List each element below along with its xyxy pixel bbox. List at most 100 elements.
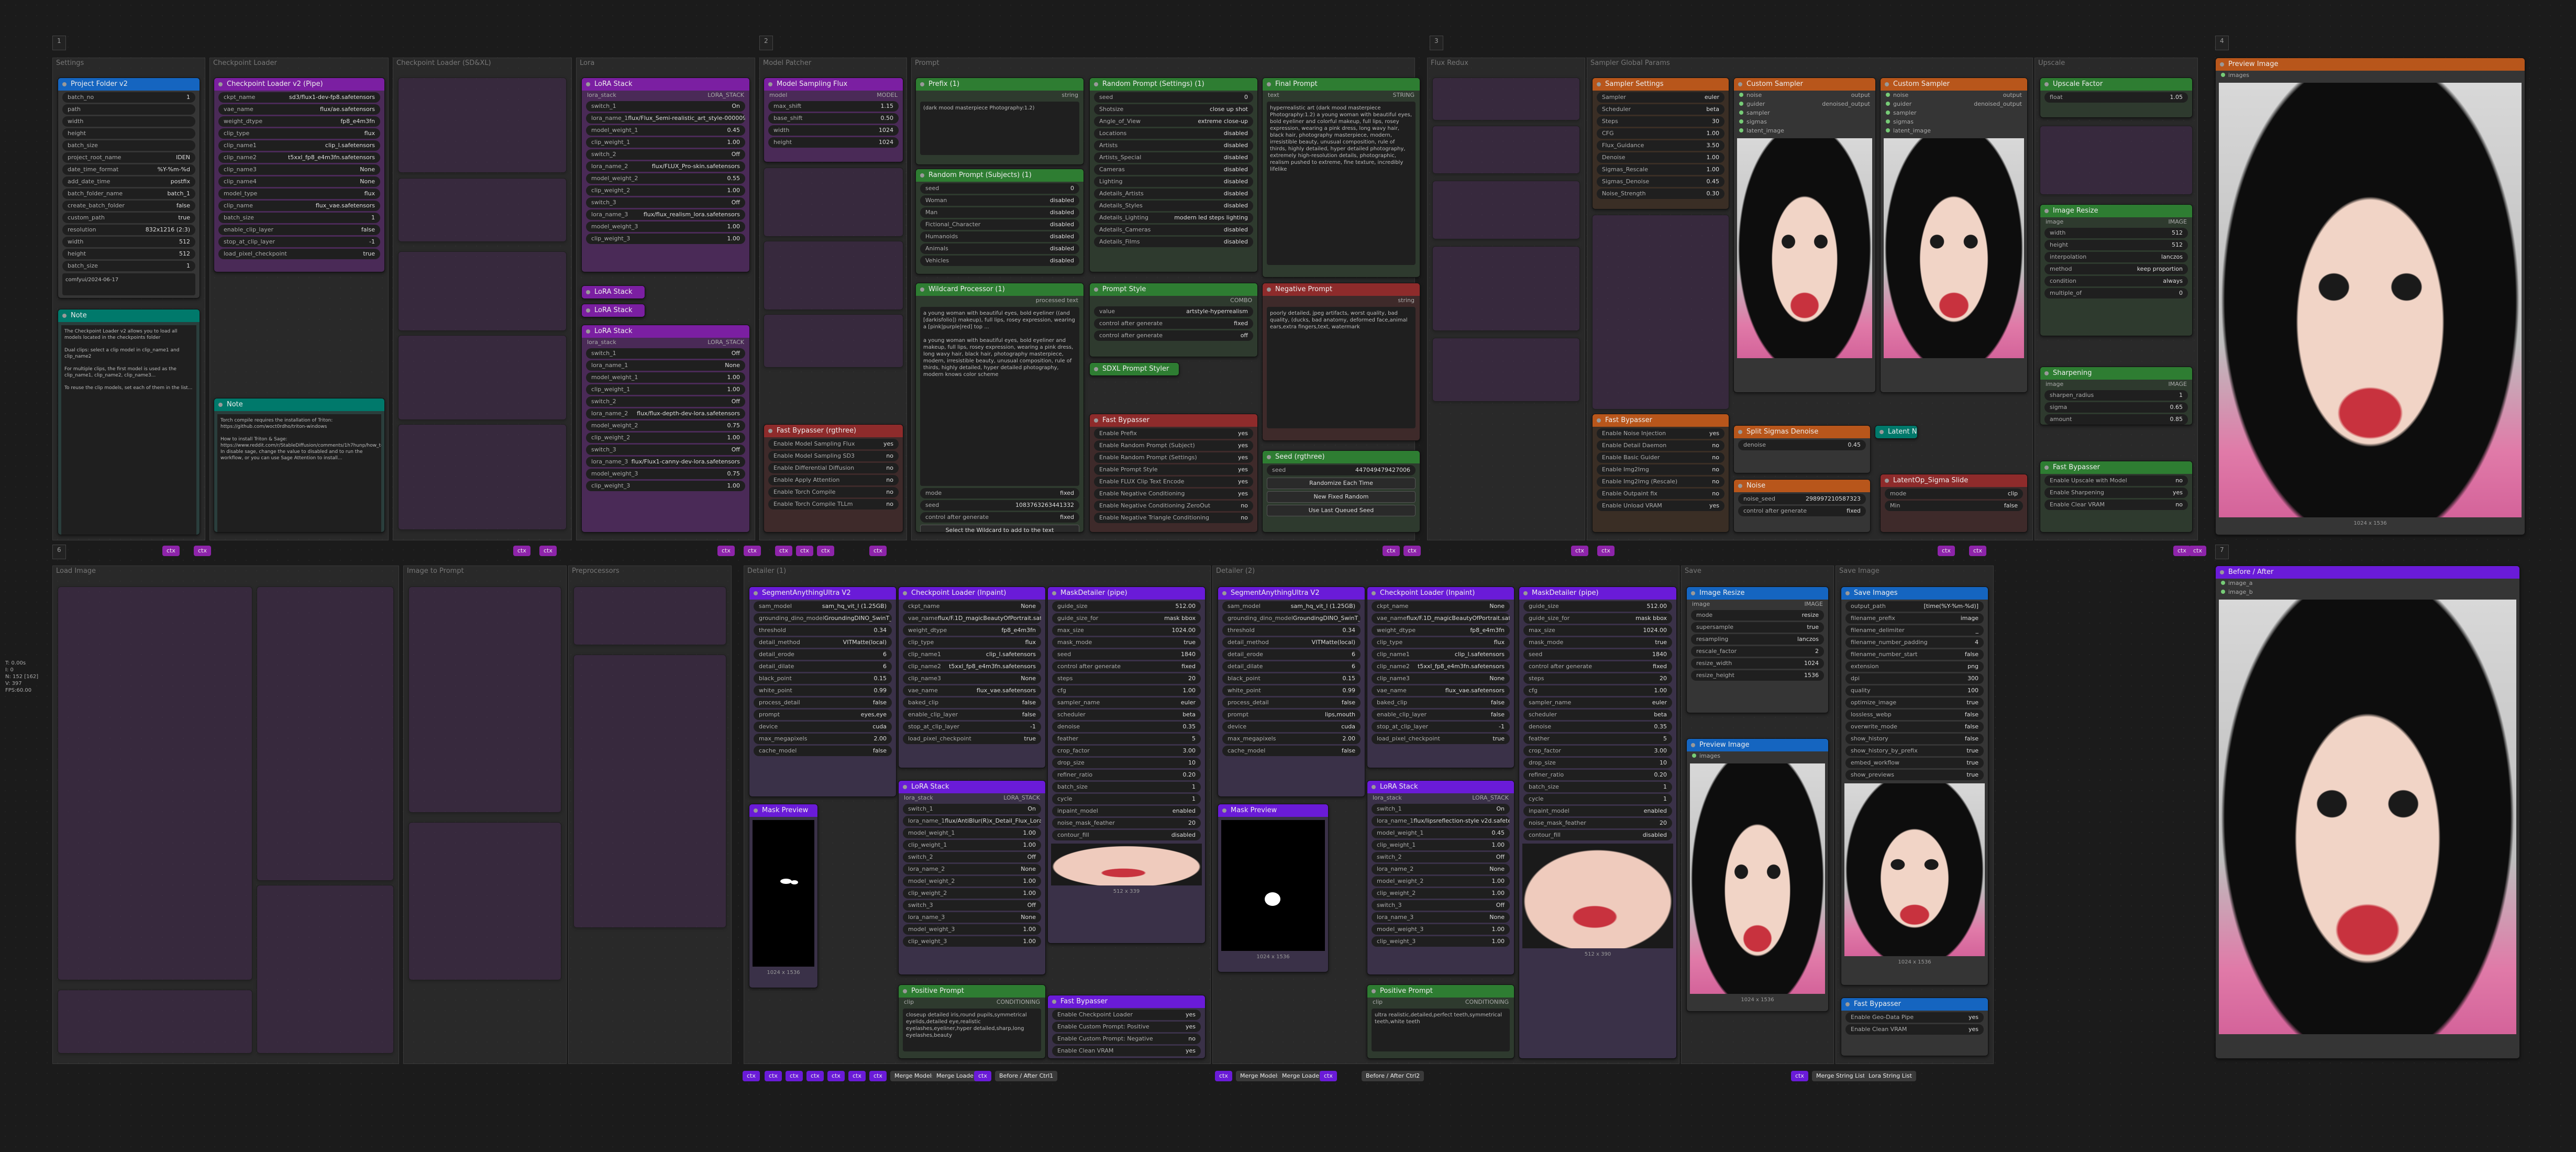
- node-muted-img2prompt[interactable]: [408, 586, 561, 813]
- context-pill[interactable]: ctx: [848, 1071, 866, 1081]
- widget-value[interactable]: flux/flux_realism_lora.safetensors: [644, 209, 740, 220]
- widget-value[interactable]: disabled: [1050, 195, 1074, 206]
- widget-value[interactable]: disabled: [1224, 201, 1248, 211]
- widget-denoise[interactable]: denoise 0.45: [1738, 440, 1866, 450]
- widget-value[interactable]: euler: [1652, 697, 1667, 708]
- widget-enable-clip-layer[interactable]: enable_clip_layer false: [218, 225, 380, 235]
- widget-date-time-format[interactable]: date_time_format %Y-%m-%d: [62, 164, 195, 175]
- widget-enable-flux-clip-text-encode[interactable]: Enable FLUX Clip Text Encode yes: [1094, 477, 1253, 487]
- collapse-dot-icon[interactable]: [2220, 570, 2224, 574]
- node-prompt-style[interactable]: Prompt Style COMBO value artstyle-hyperre…: [1089, 283, 1258, 357]
- context-pill[interactable]: Lora String List: [1864, 1071, 1916, 1081]
- widget-enable-geo-data-pipe[interactable]: Enable Geo-Data Pipe yes: [1845, 1012, 1984, 1023]
- widget-value[interactable]: no: [1241, 513, 1248, 523]
- node-final-prompt[interactable]: Final Prompt text STRING hyperrealistic a…: [1262, 77, 1420, 278]
- output-path-text[interactable]: comfyui/2024-06-17: [62, 273, 195, 295]
- widget-sampler-name[interactable]: sampler_name euler: [1052, 697, 1201, 708]
- widget-value[interactable]: sam_hq_vit_l (1.25GB): [1291, 601, 1355, 612]
- output-port[interactable]: clip CONDITIONING: [1367, 998, 1514, 1006]
- widget-dpi[interactable]: dpi 300: [1845, 673, 1984, 684]
- node-note-checkpoint[interactable]: Note The Checkpoint Loader v2 allows you…: [58, 309, 200, 535]
- output-port[interactable]: string: [916, 91, 1084, 99]
- widget-stop-at-clip-layer[interactable]: stop_at_clip_layer -1: [218, 237, 380, 247]
- widget-max-megapixels[interactable]: max_megapixels 2.00: [754, 734, 892, 744]
- widget-woman[interactable]: Woman disabled: [920, 195, 1079, 206]
- widget-width[interactable]: width 512: [62, 237, 195, 247]
- node-lora-stack-2[interactable]: LoRA Stack lora_stack LORA_STACK switch_1…: [581, 325, 750, 533]
- widget-value[interactable]: false: [1965, 710, 1978, 720]
- collapse-dot-icon[interactable]: [218, 82, 223, 86]
- widget-multiple-of[interactable]: multiple_of 0: [2044, 288, 2188, 298]
- widget-mode[interactable]: mode fixed: [920, 488, 1079, 499]
- context-pill[interactable]: ctx: [1403, 546, 1421, 556]
- widget-value[interactable]: 1: [2179, 390, 2183, 401]
- collapse-dot-icon[interactable]: [1267, 82, 1271, 86]
- collapse-dot-icon[interactable]: [1738, 484, 1742, 488]
- widget-value[interactable]: true: [1966, 758, 1978, 768]
- widget-enable-torch-compile-tllm[interactable]: Enable Torch Compile TLLm no: [768, 499, 899, 509]
- widget-value[interactable]: lanczos: [1797, 634, 1819, 645]
- widget-value[interactable]: disabled: [1224, 152, 1248, 163]
- node-header[interactable]: Positive Prompt: [1367, 985, 1514, 998]
- output-port[interactable]: lora_stack LORA_STACK: [899, 793, 1045, 802]
- node-header[interactable]: Preview Image: [2216, 58, 2525, 71]
- widget-adetails-lighting[interactable]: Adetails_Lighting modern led steps lighti…: [1094, 213, 1253, 223]
- widget-clip-weight-2[interactable]: clip_weight_2 1.00: [903, 888, 1041, 899]
- widget-enable-upscale-with-model[interactable]: Enable Upscale with Model no: [2044, 475, 2188, 486]
- widget-value[interactable]: Off: [732, 445, 740, 455]
- node-header[interactable]: Split Sigmas Denoise: [1734, 426, 1870, 438]
- io-port[interactable]: sampler: [1881, 108, 2027, 117]
- collapse-dot-icon[interactable]: [920, 173, 924, 178]
- context-pill[interactable]: ctx: [1571, 546, 1588, 556]
- node-header[interactable]: LoRA Stack: [582, 78, 749, 91]
- widget-process-detail[interactable]: process_detail false: [1222, 697, 1361, 708]
- widget-supersample[interactable]: supersample true: [1691, 622, 1824, 633]
- widget-load-pixel-checkpoint[interactable]: load_pixel_checkpoint true: [218, 249, 380, 259]
- widget-value[interactable]: yes: [1238, 489, 1248, 499]
- widget-white-point[interactable]: white_point 0.99: [754, 685, 892, 696]
- io-port[interactable]: guider denoised_output: [1734, 99, 1875, 108]
- node-muted-preproc[interactable]: [573, 655, 726, 928]
- widget-lora-name-2[interactable]: lora_name_2 flux/flux-depth-dev-lora.safe…: [586, 408, 745, 419]
- collapse-dot-icon[interactable]: [1885, 479, 1889, 483]
- widget-value[interactable]: disabled: [1224, 140, 1248, 151]
- collapse-dot-icon[interactable]: [2044, 209, 2049, 213]
- widget-feather[interactable]: feather 5: [1052, 734, 1201, 744]
- widget-value[interactable]: t5xxl_fp8_e4m3fn.safetensors: [288, 152, 375, 163]
- node-muted-load-image[interactable]: [257, 885, 394, 1054]
- widget-value[interactable]: 0.20: [1183, 770, 1196, 780]
- widget-value[interactable]: modern led steps lighting: [1174, 213, 1248, 223]
- node-header[interactable]: Fast Bypasser: [1048, 995, 1205, 1008]
- widget-value[interactable]: IDEN: [176, 152, 190, 163]
- widget-detail-method[interactable]: detail_method VITMatte(local): [754, 637, 892, 648]
- widget-value[interactable]: mask bbox: [1635, 613, 1667, 624]
- widget-value[interactable]: None: [1489, 673, 1505, 684]
- widget-value[interactable]: 0.75: [727, 469, 740, 479]
- widget-value[interactable]: 0.34: [874, 625, 887, 636]
- widget-value[interactable]: 0.20: [1654, 770, 1667, 780]
- node-sharpening[interactable]: Sharpening image IMAGE sharpen_radius 1 sig…: [2040, 367, 2193, 425]
- node-header[interactable]: Image Resize: [2040, 205, 2192, 217]
- widget-value[interactable]: false: [1022, 710, 1036, 720]
- context-pill[interactable]: Before / After Ctrl1: [995, 1071, 1058, 1081]
- widget-value[interactable]: 6: [883, 649, 887, 660]
- widget-value[interactable]: VITMatte(local): [843, 637, 887, 648]
- widget-drop-size[interactable]: drop_size 10: [1523, 758, 1672, 768]
- widget-model-weight-2[interactable]: model_weight_2 0.75: [586, 420, 745, 431]
- group-tab-3[interactable]: 3: [1430, 36, 1443, 50]
- context-pill[interactable]: ctx: [1969, 546, 1986, 556]
- widget-value[interactable]: disabled: [1050, 231, 1074, 242]
- io-port[interactable]: noise output: [1881, 91, 2027, 99]
- widget-value[interactable]: 1536: [1804, 670, 1819, 681]
- widget-artists-special[interactable]: Artists_Special disabled: [1094, 152, 1253, 163]
- node-header[interactable]: Note: [58, 309, 200, 322]
- widget-mask-mode[interactable]: mask_mode true: [1052, 637, 1201, 648]
- node-muted-patch[interactable]: [764, 314, 903, 368]
- widget-detail-erode[interactable]: detail_erode 6: [1222, 649, 1361, 660]
- widget-value[interactable]: On: [732, 101, 740, 112]
- widget-enable-clip-layer[interactable]: enable_clip_layer false: [1372, 710, 1510, 720]
- node-muted-redux[interactable]: [1432, 246, 1580, 331]
- node-upscale-factor[interactable]: Upscale Factor float 1.05: [2040, 77, 2193, 118]
- widget-value[interactable]: 512: [2172, 228, 2183, 238]
- widget-fictional-character[interactable]: Fictional_Character disabled: [920, 219, 1079, 230]
